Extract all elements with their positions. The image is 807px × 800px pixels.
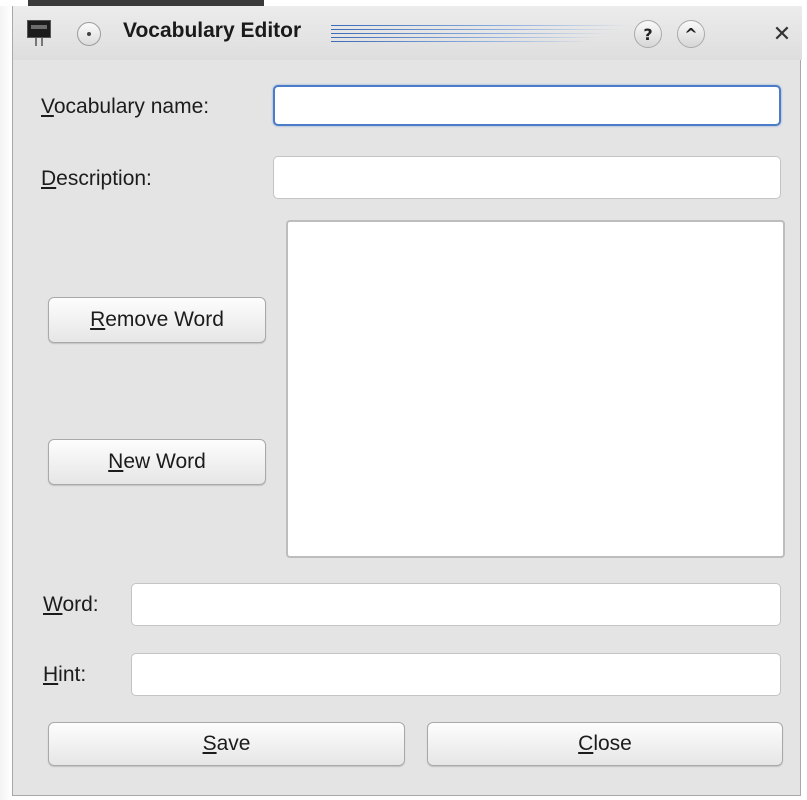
window-menu-button[interactable] [77,22,101,46]
shade-button[interactable]: ^ [677,20,705,48]
description-label: Description: [41,167,152,191]
new-word-label: ew Word [123,450,206,473]
app-monitor-icon[interactable] [27,20,51,48]
save-mnemonic: S [202,732,217,755]
close-window-button[interactable]: ✕ [768,20,796,48]
vocabulary-editor-window: Vocabulary Editor ? ^ ✕ Vocabulary name:… [12,6,802,796]
close-button[interactable]: Close [427,722,783,766]
remove-word-mnemonic: R [90,308,106,331]
hint-mnemonic: H [43,663,59,686]
help-button[interactable]: ? [634,20,662,48]
hint-label: Hint: [43,663,86,687]
save-button[interactable]: Save [48,722,405,766]
title-line [331,33,611,34]
vocabulary-name-label: Vocabulary name: [41,95,209,119]
hint-input[interactable] [131,653,781,696]
title-decoration-lines [331,23,631,45]
chevron-up-icon: ^ [684,24,698,44]
vocabulary-name-mnemonic: V [41,95,54,118]
new-word-mnemonic: N [108,450,124,473]
word-label-text: ord: [62,593,99,616]
title-line [331,37,601,38]
remove-word-label: emove Word [105,308,224,331]
hint-label-text: int: [58,663,87,686]
app-icon-stand [35,38,43,46]
close-mnemonic: C [578,732,594,755]
vocabulary-name-input[interactable] [273,85,781,126]
description-label-text: escription: [56,167,152,190]
app-icon-screen [27,20,51,38]
word-label: Word: [43,593,99,617]
new-word-button[interactable]: New Word [48,439,266,485]
save-label: ave [216,732,251,755]
word-input[interactable] [131,583,781,626]
vocabulary-name-label-text: ocabulary name: [53,95,210,118]
title-line [331,41,591,42]
close-icon: ✕ [772,21,792,47]
desktop-margin [0,0,12,800]
title-line [331,29,621,30]
word-mnemonic: W [43,593,63,616]
remove-word-button[interactable]: Remove Word [48,297,266,343]
close-label: lose [593,732,632,755]
title-bar[interactable]: Vocabulary Editor ? ^ ✕ [13,6,802,60]
window-title: Vocabulary Editor [123,19,302,42]
word-list[interactable] [286,220,785,558]
description-input[interactable] [273,156,781,199]
title-line [331,25,631,26]
description-mnemonic: D [41,167,57,190]
help-icon: ? [643,24,653,44]
